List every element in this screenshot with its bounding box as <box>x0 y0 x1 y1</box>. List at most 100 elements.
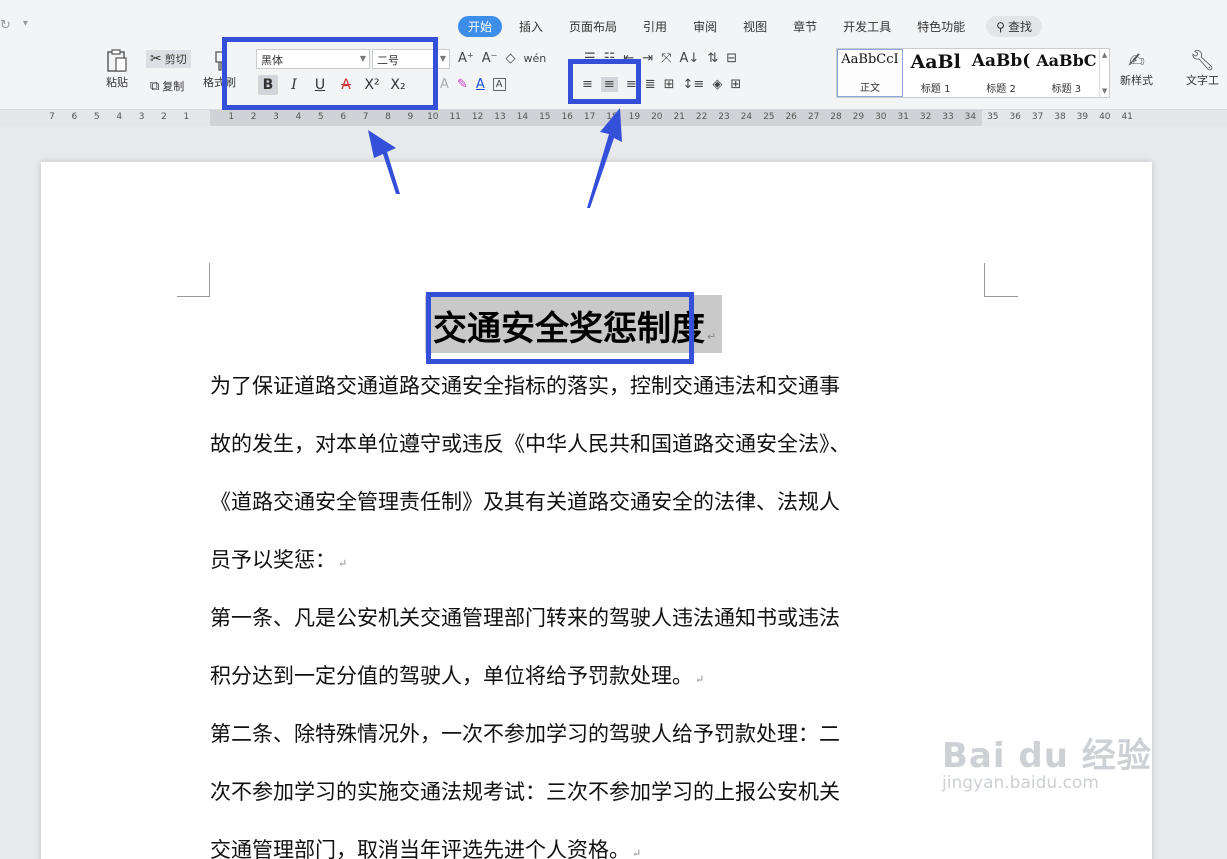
style-item-3[interactable]: AaBbC 标题 3 <box>1034 49 1099 97</box>
ruler-number: 25 <box>763 112 775 122</box>
ruler-number: 9 <box>407 112 414 122</box>
ruler-number: 19 <box>628 112 641 122</box>
color-tools-row: A ✎ A A <box>440 77 506 92</box>
ruler-number: 13 <box>494 112 506 122</box>
document-line-text: 故的发生，对本单位遵守或违反《中华人民共和国道路交通安全法》、 <box>210 432 851 456</box>
font-color-icon[interactable]: A <box>476 77 485 92</box>
ruler-number: 15 <box>539 112 551 122</box>
ruler-number: 1 <box>183 112 190 122</box>
ruler-number: 23 <box>718 112 730 122</box>
document-body[interactable]: 为了保证道路交通道路交通安全指标的落实，控制交通违法和交通事 故的发生，对本单位遵… <box>210 357 1000 859</box>
shading-icon[interactable]: ◈ <box>712 77 722 92</box>
justify-icon[interactable]: ≣ <box>645 77 656 92</box>
ruler-number: 8 <box>385 112 391 122</box>
sort-icon[interactable]: ⇅ <box>707 51 718 66</box>
decrease-font-icon[interactable]: A⁻ <box>482 51 498 66</box>
clear-format-icon[interactable]: ◇ <box>506 51 516 66</box>
styles-scrollbar[interactable]: ▲ ▼ <box>1099 49 1109 97</box>
text-tools-label: 文字工 <box>1186 74 1219 87</box>
document-line: 第二条、除特殊情况外，一次不参加学习的驾驶人给予罚款处理：二 <box>210 705 1000 763</box>
document-line: 积分达到一定分值的驾驶人，单位将给予罚款处理。 ↵ <box>210 647 1000 705</box>
show-marks-icon[interactable]: ⊟ <box>726 51 737 66</box>
copy-button[interactable]: ⧉ 复制 <box>150 78 184 94</box>
ruler-number: 4 <box>295 112 302 122</box>
ruler-number: 2 <box>161 112 167 122</box>
text-tools-button[interactable]: 🔧︎ 文字工 <box>1186 48 1219 88</box>
distribute-icon[interactable]: ⊞ <box>664 77 675 92</box>
copy-label: 复制 <box>162 80 185 93</box>
style-sample: AaBl <box>910 51 961 73</box>
ruler-number: 5 <box>93 112 100 122</box>
search-label: 查找 <box>1007 20 1032 34</box>
chinese-layout-icon[interactable]: A↓ <box>680 51 700 66</box>
ruler-number: 1 <box>228 112 235 122</box>
ruler-number: 24 <box>740 112 753 122</box>
tab-3[interactable]: 引用 <box>630 16 680 37</box>
tab-7[interactable]: 开发工具 <box>830 16 904 37</box>
ruler-number: 2 <box>250 112 257 122</box>
annotation-box-font <box>222 37 438 110</box>
ruler-number: 14 <box>516 112 529 122</box>
paste-button[interactable]: 粘贴 <box>104 48 130 90</box>
ruler-number: 16 <box>561 112 573 122</box>
ribbon-tabs: 开始 插入 页面布局 引用 审阅 视图 章节 开发工具 特色功能 ⚲ 查找 <box>458 16 1042 37</box>
ruler-number: 6 <box>340 112 347 122</box>
ruler-number: 7 <box>362 112 369 122</box>
style-sample: AaBbCcI <box>841 52 899 67</box>
new-style-button[interactable]: ✍ 新样式 <box>1120 48 1153 88</box>
document-line-text: 为了保证道路交通道路交通安全指标的落实，控制交通违法和交通事 <box>210 374 840 398</box>
char-border-icon[interactable]: A <box>492 78 506 91</box>
ruler-number: 21 <box>673 112 685 122</box>
style-item-2[interactable]: AaBb( 标题 2 <box>968 49 1033 97</box>
annotation-box-align <box>568 59 641 104</box>
paragraph-mark-icon: ↵ <box>707 330 717 343</box>
increase-font-icon[interactable]: A⁺ <box>458 51 474 66</box>
ruler-number: 33 <box>942 112 954 122</box>
search-icon: ⚲ <box>996 19 1005 34</box>
document-line: 第一条、凡是公安机关交通管理部门转来的驾驶人违法通知书或违法 <box>210 589 1000 647</box>
ruler-number: 39 <box>1076 112 1089 122</box>
paste-label: 粘贴 <box>106 76 128 89</box>
style-label: 标题 2 <box>986 84 1016 95</box>
tab-4[interactable]: 审阅 <box>680 16 730 37</box>
ruler-number: 31 <box>897 112 909 122</box>
ruler-number: 22 <box>695 112 708 122</box>
style-sample: AaBb( <box>971 51 1031 71</box>
dropdown-icon[interactable]: ▾ <box>23 18 28 33</box>
ruler-number: 35 <box>987 112 999 122</box>
tab-8[interactable]: 特色功能 <box>904 16 978 37</box>
ruler-number: 26 <box>785 112 797 122</box>
style-sample: AaBbC <box>1036 51 1097 70</box>
text-effect-icon[interactable]: A <box>440 77 449 92</box>
tab-1[interactable]: 插入 <box>506 16 556 37</box>
increase-indent-icon[interactable]: ⇥ <box>642 51 653 66</box>
tab-5[interactable]: 视图 <box>730 16 780 37</box>
tab-6[interactable]: 章节 <box>780 16 830 37</box>
text-direction-icon[interactable]: ⤧ <box>661 51 671 66</box>
tab-0[interactable]: 开始 <box>458 16 503 37</box>
cut-button[interactable]: ✂ 剪切 <box>146 50 191 68</box>
borders-icon[interactable]: ⊞ <box>730 77 741 92</box>
paragraph-mark-icon: ↵ <box>695 673 705 686</box>
style-label: 标题 3 <box>1051 84 1082 95</box>
redo-icon[interactable]: ↻ <box>0 18 11 33</box>
ruler-number: 38 <box>1054 112 1066 122</box>
line-spacing-icon[interactable]: ↕≡ <box>683 77 705 92</box>
phonetic-icon[interactable]: wén <box>524 52 547 65</box>
paragraph-mark-icon: ↵ <box>632 847 642 859</box>
style-item-1[interactable]: AaBl 标题 1 <box>903 49 968 97</box>
highlight-icon[interactable]: ✎ <box>457 77 468 92</box>
chevron-down-icon[interactable]: ▼ <box>1102 87 1107 95</box>
style-item-0[interactable]: AaBbCcI 正文 <box>837 49 903 97</box>
style-label: 标题 1 <box>920 84 951 95</box>
document-line-text: 交通管理部门，取消当年评选先进个人资格。 <box>210 838 630 859</box>
chevron-up-icon[interactable]: ▲ <box>1102 51 1107 59</box>
ruler-number: 11 <box>449 112 461 122</box>
tab-2[interactable]: 页面布局 <box>556 16 630 37</box>
document-line: 故的发生，对本单位遵守或违反《中华人民共和国道路交通安全法》、 <box>210 415 1000 473</box>
copy-icon: ⧉ <box>150 78 160 94</box>
search-button[interactable]: ⚲ 查找 <box>986 16 1042 37</box>
document-line: 为了保证道路交通道路交通安全指标的落实，控制交通违法和交通事 <box>210 357 1000 415</box>
paste-icon <box>107 49 127 72</box>
annotation-box-title <box>426 292 694 364</box>
